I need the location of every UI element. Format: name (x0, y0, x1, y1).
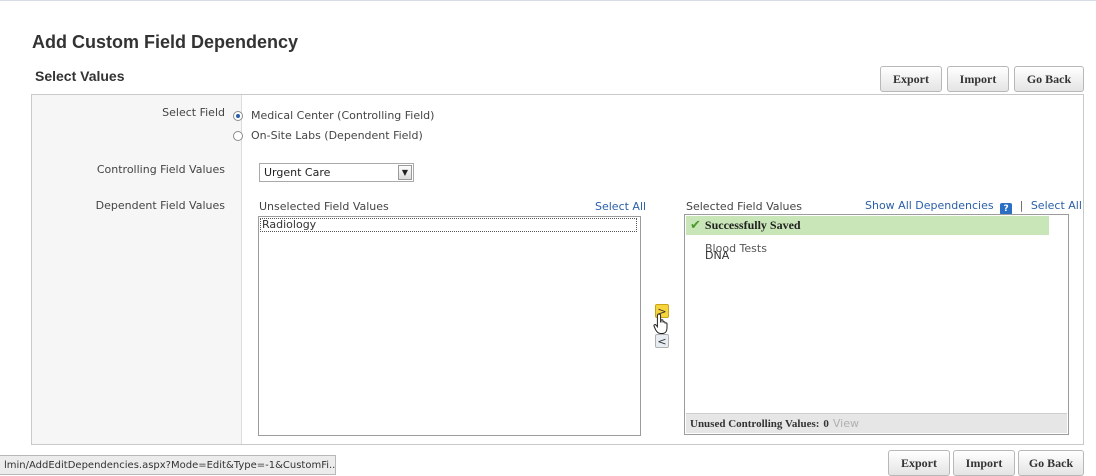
unselected-listbox[interactable]: Radiology (258, 216, 641, 436)
radio-label-controlling: Medical Center (Controlling Field) (251, 109, 435, 122)
radio-label-dependent: On-Site Labs (Dependent Field) (251, 129, 423, 142)
radio-button-checked[interactable] (233, 110, 243, 121)
unused-controlling-values-bar: Unused Controlling Values: 0 View (686, 413, 1067, 433)
selected-listbox[interactable]: Blood Tests ✔ Successfully Saved DNA Unu… (684, 214, 1069, 435)
section-title: Select Values (35, 68, 125, 84)
hand-pointer-icon (653, 313, 668, 334)
selected-select-all-link[interactable]: Select All (1031, 199, 1082, 212)
controlling-values-label: Controlling Field Values (96, 163, 225, 176)
list-item[interactable]: DNA (705, 249, 729, 262)
selected-header: Selected Field Values (686, 200, 803, 213)
export-button-bottom[interactable]: Export (888, 450, 950, 476)
remove-arrow-button[interactable]: < (655, 334, 669, 348)
list-item[interactable]: Radiology (260, 218, 637, 232)
check-icon: ✔ (690, 218, 701, 233)
selected-actions: Show All Dependencies ? | Select All (865, 199, 1082, 215)
unused-count: 0 (823, 417, 829, 430)
export-button-top[interactable]: Export (880, 66, 942, 92)
show-all-dependencies-link[interactable]: Show All Dependencies (865, 199, 994, 212)
unselected-select-all-link[interactable]: Select All (595, 200, 646, 213)
radio-dependent-field[interactable]: On-Site Labs (Dependent Field) (233, 129, 423, 142)
labels-column: Select Field Controlling Field Values De… (32, 95, 242, 444)
select-field-label: Select Field (162, 106, 225, 119)
go-back-button-top[interactable]: Go Back (1014, 66, 1084, 92)
radio-controlling-field[interactable]: Medical Center (Controlling Field) (233, 109, 434, 122)
unused-label: Unused Controlling Values: (690, 417, 820, 430)
page-title: Add Custom Field Dependency (32, 32, 299, 52)
import-button-top[interactable]: Import (947, 66, 1009, 92)
radio-button-unchecked[interactable] (233, 130, 243, 141)
success-text: Successfully Saved (704, 218, 801, 232)
link-separator: | (1019, 199, 1024, 212)
controlling-select-value: Urgent Care (264, 166, 331, 179)
dropdown-arrow-icon[interactable]: ▼ (398, 165, 412, 180)
import-button-bottom[interactable]: Import (953, 450, 1015, 476)
dependent-values-label: Dependent Field Values (95, 199, 225, 212)
top-border (0, 0, 1096, 6)
controlling-value-select[interactable]: Urgent Care ▼ (259, 163, 414, 182)
go-back-button-bottom[interactable]: Go Back (1018, 450, 1084, 476)
success-message: ✔ Successfully Saved (686, 216, 1049, 235)
status-bar-url: lmin/AddEditDependencies.aspx?Mode=Edit&… (0, 455, 336, 475)
unselected-header: Unselected Field Values (259, 200, 389, 213)
view-link[interactable]: View (833, 417, 859, 430)
